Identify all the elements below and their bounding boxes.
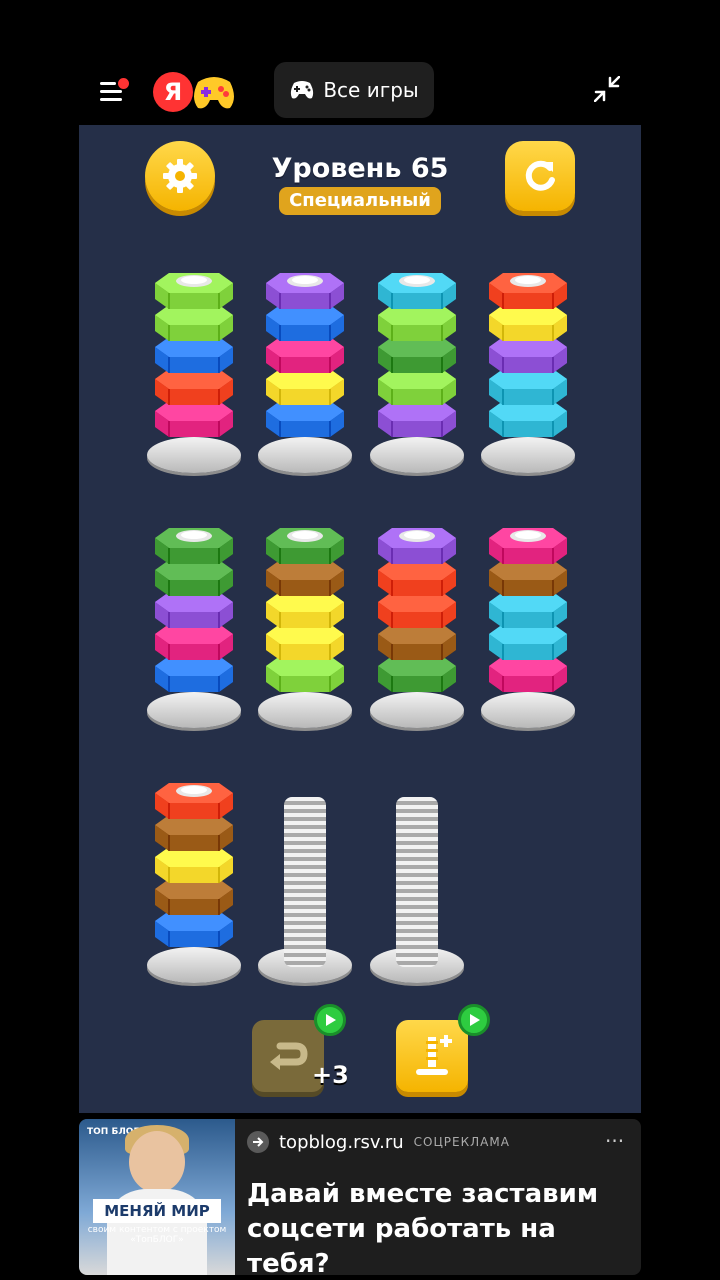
ad-tag: СОЦРЕКЛАМА	[413, 1135, 510, 1149]
empty-screw[interactable]	[284, 797, 326, 967]
undo-icon	[270, 1042, 308, 1070]
ad-image-headline: МЕНЯЙ МИР	[93, 1199, 221, 1223]
bolt-base	[481, 692, 575, 728]
nut-top[interactable]	[262, 269, 348, 309]
bolt[interactable]	[145, 528, 243, 730]
bolt[interactable]	[368, 785, 466, 985]
menu-line	[100, 82, 116, 85]
video-play-icon[interactable]	[458, 1004, 490, 1036]
gamepad-logo-icon[interactable]	[190, 70, 238, 114]
ad-banner[interactable]: ТОП БЛОГ МЕНЯЙ МИР своим контентом с про…	[79, 1119, 641, 1275]
bolt[interactable]	[368, 528, 466, 730]
restart-icon	[525, 160, 555, 191]
nut-top[interactable]	[262, 524, 348, 564]
level-badge: Специальный	[279, 187, 441, 215]
nut-top[interactable]	[151, 779, 237, 819]
nut-top[interactable]	[374, 524, 460, 564]
top-bar: Я Все игры	[0, 60, 720, 120]
bolt[interactable]	[479, 273, 577, 475]
ad-image[interactable]: ТОП БЛОГ МЕНЯЙ МИР своим контентом с про…	[79, 1119, 235, 1275]
ad-source[interactable]: topblog.rsv.ru СОЦРЕКЛАМА	[247, 1131, 510, 1153]
bolt[interactable]	[256, 528, 354, 730]
game-area: Уровень 65 Специальный +3	[79, 125, 641, 1113]
bolt-base	[147, 437, 241, 473]
video-play-icon[interactable]	[314, 1004, 346, 1036]
ad-domain[interactable]: topblog.rsv.ru	[279, 1132, 404, 1153]
bolt[interactable]	[256, 785, 354, 985]
ad-image-subtitle: своим контентом с проектом «ТопБЛОГ»	[87, 1225, 227, 1245]
menu-line	[100, 90, 122, 93]
all-games-button[interactable]: Все игры	[274, 62, 434, 118]
bolt-base	[370, 692, 464, 728]
all-games-label: Все игры	[323, 78, 419, 102]
menu-line	[100, 98, 122, 101]
empty-screw[interactable]	[396, 797, 438, 967]
yandex-logo[interactable]: Я	[153, 72, 193, 112]
menu-button[interactable]	[98, 78, 129, 104]
bolt-base	[258, 437, 352, 473]
ad-text[interactable]: Давай вместе заставим соцсети работать н…	[247, 1177, 627, 1275]
more-options-icon[interactable]: ···	[605, 1129, 624, 1153]
bolt-base	[370, 437, 464, 473]
bolt[interactable]	[479, 528, 577, 730]
bolt-base	[147, 692, 241, 728]
notification-dot	[118, 78, 129, 89]
bolt[interactable]	[145, 783, 243, 985]
undo-count: +3	[312, 1061, 349, 1089]
nut-top[interactable]	[485, 269, 571, 309]
restart-button[interactable]	[505, 141, 575, 211]
ad-person-face	[129, 1131, 185, 1193]
bolt-base	[258, 692, 352, 728]
bolt-base	[481, 437, 575, 473]
bolt[interactable]	[145, 273, 243, 475]
bolt-base	[147, 947, 241, 983]
add-bolt-icon	[416, 1035, 452, 1075]
gamepad-icon	[291, 81, 314, 99]
nut-top[interactable]	[151, 269, 237, 309]
arrow-right-icon	[247, 1131, 269, 1153]
bolt[interactable]	[256, 273, 354, 475]
nut-top[interactable]	[485, 524, 571, 564]
nut-top[interactable]	[374, 269, 460, 309]
nut-top[interactable]	[151, 524, 237, 564]
add-bolt-button[interactable]	[396, 1020, 468, 1092]
collapse-icon[interactable]	[593, 75, 621, 103]
bolt[interactable]	[368, 273, 466, 475]
